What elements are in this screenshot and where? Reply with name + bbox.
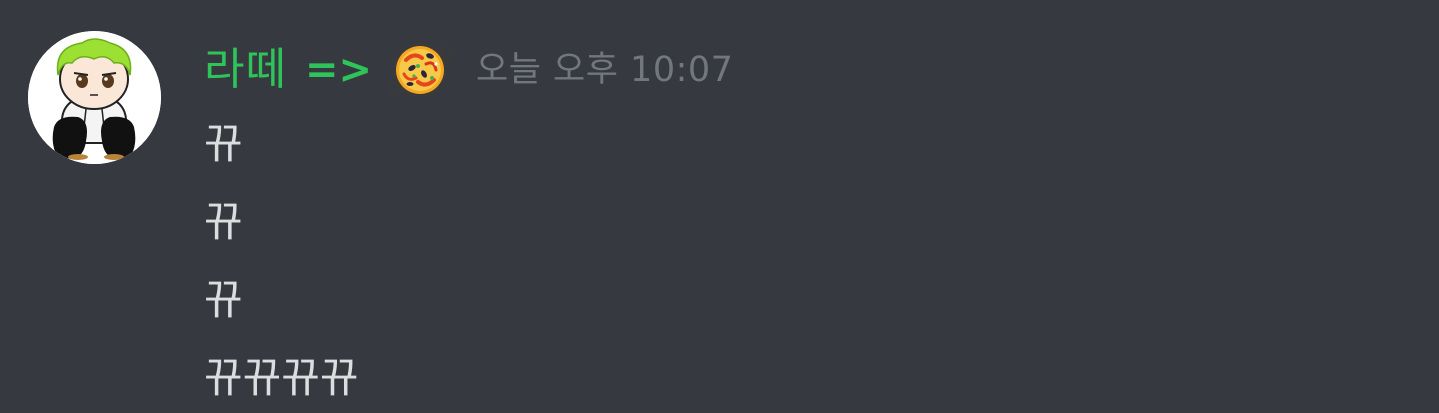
message-timestamp[interactable]: 오늘 오후 10:07 — [476, 38, 733, 102]
message-line: 뀨뀨뀨뀨 — [204, 353, 359, 402]
message-line: 뀨 — [204, 119, 243, 168]
paella-emoji-icon — [387, 38, 453, 102]
message-header: 라떼 => 오늘 오후 10:07 — [204, 38, 733, 102]
user-avatar[interactable] — [28, 31, 161, 164]
author-name-suffix[interactable]: => — [305, 38, 372, 102]
message-content: 뀨 뀨 뀨 뀨뀨뀨뀨 — [204, 112, 359, 413]
author-name[interactable]: 라떼 — [204, 38, 287, 102]
chat-message: 라떼 => 오늘 오후 10:07 뀨 뀨 뀨 뀨뀨뀨뀨 — [0, 0, 1439, 413]
avatar-illustration-icon — [28, 31, 161, 164]
message-line: 뀨 — [204, 197, 243, 246]
message-line: 뀨 — [204, 275, 243, 324]
